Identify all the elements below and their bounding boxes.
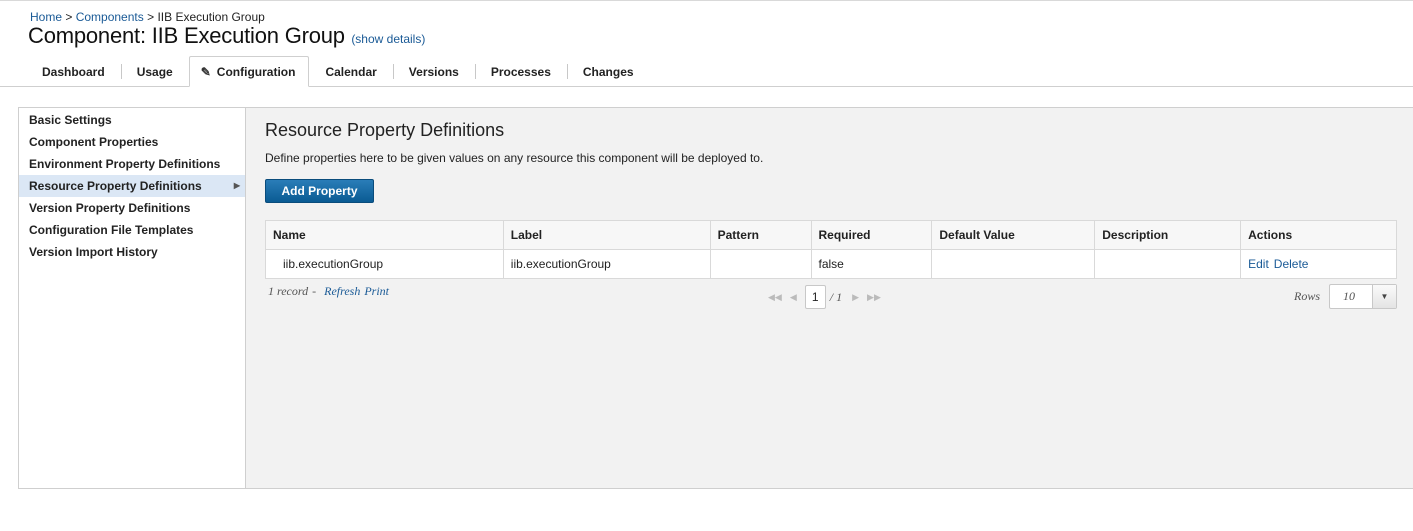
- cell-actions: Edit Delete: [1240, 249, 1397, 279]
- add-property-button[interactable]: Add Property: [265, 179, 374, 203]
- delete-link[interactable]: Delete: [1274, 257, 1309, 271]
- page-total: / 1: [829, 289, 843, 304]
- table-header-row: Name Label Pattern Required Default Valu…: [265, 220, 1397, 250]
- tab-processes[interactable]: Processes: [474, 56, 567, 87]
- previous-page-icon[interactable]: ◀: [790, 292, 797, 303]
- top-border: [0, 0, 1413, 1]
- rows-per-page-select[interactable]: 10 ▼: [1329, 284, 1397, 309]
- tab-label: Configuration: [216, 64, 296, 79]
- print-link[interactable]: Print: [364, 284, 389, 298]
- cell-required: false: [810, 249, 933, 279]
- tab-usage[interactable]: Usage: [120, 56, 189, 87]
- cell-description: [1094, 249, 1242, 279]
- tab-dashboard[interactable]: Dashboard: [26, 56, 121, 87]
- refresh-link[interactable]: Refresh: [324, 284, 360, 298]
- table-footer: 1 record - Refresh Print: [268, 284, 389, 299]
- breadcrumb: Home > Components > IIB Execution Group: [30, 10, 265, 24]
- column-header-required[interactable]: Required: [810, 220, 933, 250]
- cell-label: iib.executionGroup: [502, 249, 711, 279]
- breadcrumb-components-link[interactable]: Components: [76, 10, 144, 24]
- edit-link[interactable]: Edit: [1248, 257, 1269, 271]
- title-row: Component: IIB Execution Group (show det…: [28, 23, 425, 49]
- rows-label: Rows: [1294, 289, 1321, 303]
- sidebar-item-label: Configuration File Templates: [29, 223, 194, 237]
- sidebar-item-configuration-file-templates[interactable]: Configuration File Templates: [19, 219, 245, 241]
- tab-changes[interactable]: Changes: [566, 56, 650, 87]
- tab-label: Dashboard: [42, 64, 105, 79]
- first-page-icon[interactable]: ◀◀: [768, 292, 782, 303]
- breadcrumb-home-link[interactable]: Home: [30, 10, 62, 24]
- sidebar-item-component-properties[interactable]: Component Properties: [19, 131, 245, 153]
- column-header-default-value[interactable]: Default Value: [931, 220, 1096, 250]
- page-title: Component: IIB Execution Group: [28, 23, 345, 48]
- last-page-icon[interactable]: ▶▶: [867, 292, 881, 303]
- column-header-label[interactable]: Label: [502, 220, 711, 250]
- section-title: Resource Property Definitions: [265, 120, 505, 140]
- breadcrumb-current: IIB Execution Group: [157, 10, 265, 24]
- table-row: iib.executionGroup iib.executionGroup fa…: [265, 249, 1397, 279]
- cell-default-value: [931, 249, 1096, 279]
- cell-pattern: [709, 249, 812, 279]
- breadcrumb-separator: >: [62, 10, 76, 24]
- section-description: Define properties here to be given value…: [265, 151, 764, 165]
- sidebar-item-label: Version Property Definitions: [29, 201, 191, 215]
- tab-label: Versions: [408, 64, 459, 79]
- column-header-actions: Actions: [1240, 220, 1397, 250]
- tab-versions[interactable]: Versions: [392, 56, 475, 87]
- sidebar-item-version-property-definitions[interactable]: Version Property Definitions: [19, 197, 245, 219]
- tab-label: Changes: [582, 64, 634, 79]
- cell-name: iib.executionGroup: [265, 249, 504, 279]
- sidebar-item-version-import-history[interactable]: Version Import History: [19, 241, 245, 263]
- sidebar-item-label: Resource Property Definitions: [29, 179, 202, 193]
- sidebar-item-basic-settings[interactable]: Basic Settings: [19, 109, 245, 131]
- tab-bar: Dashboard Usage ✎ Configuration Calendar …: [26, 56, 650, 87]
- caret-right-icon: ▶: [233, 181, 240, 190]
- tab-calendar[interactable]: Calendar: [309, 56, 392, 87]
- pencil-icon: ✎: [200, 64, 211, 79]
- column-header-name[interactable]: Name: [265, 220, 504, 250]
- property-table: Name Label Pattern Required Default Valu…: [265, 220, 1397, 279]
- show-details-link[interactable]: (show details): [351, 32, 425, 46]
- pagination: ◀◀ ◀ 1 / 1 ▶ ▶▶: [768, 285, 889, 309]
- configuration-panel: Basic Settings Component Properties Envi…: [18, 107, 1413, 489]
- rows-per-page-value: 10: [1343, 289, 1355, 303]
- column-header-description[interactable]: Description: [1094, 220, 1242, 250]
- chevron-down-icon[interactable]: ▼: [1372, 285, 1396, 308]
- sidebar-item-label: Version Import History: [29, 245, 158, 259]
- config-sidebar: Basic Settings Component Properties Envi…: [19, 108, 246, 488]
- tab-label: Calendar: [325, 64, 377, 79]
- breadcrumb-separator: >: [143, 10, 158, 24]
- sidebar-item-label: Basic Settings: [29, 113, 112, 127]
- sidebar-item-label: Component Properties: [29, 135, 159, 149]
- tab-configuration[interactable]: ✎ Configuration: [188, 56, 310, 87]
- footer-separator: -: [312, 284, 317, 298]
- tab-label: Usage: [136, 64, 173, 79]
- sidebar-item-environment-property-definitions[interactable]: Environment Property Definitions: [19, 153, 245, 175]
- column-header-pattern[interactable]: Pattern: [709, 220, 812, 250]
- record-count: 1 record: [268, 284, 309, 298]
- sidebar-item-resource-property-definitions[interactable]: Resource Property Definitions ▶: [19, 175, 245, 197]
- main-panel: Resource Property Definitions Define pro…: [246, 108, 1413, 488]
- tab-label: Processes: [490, 64, 551, 79]
- next-page-icon[interactable]: ▶: [852, 292, 859, 303]
- sidebar-item-label: Environment Property Definitions: [29, 157, 221, 171]
- page-number-input[interactable]: 1: [804, 285, 826, 309]
